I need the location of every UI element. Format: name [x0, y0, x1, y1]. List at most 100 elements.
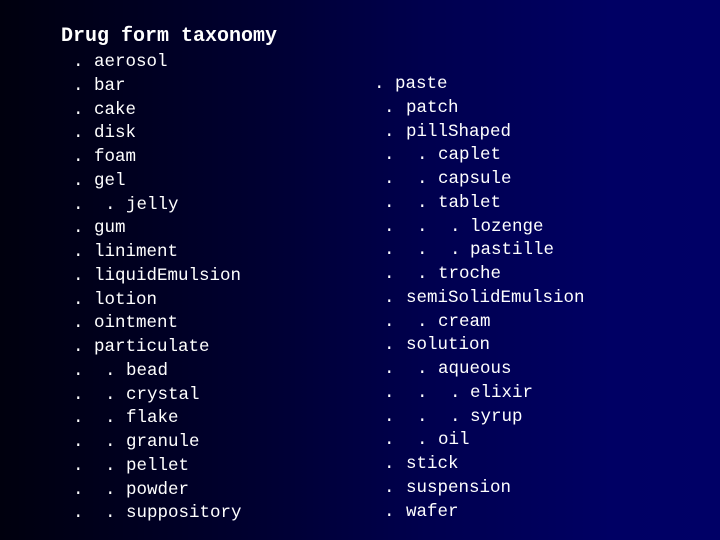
taxonomy-item-label: cream: [438, 311, 491, 332]
taxonomy-item-label: crystal: [126, 384, 200, 405]
bullet-dot: .: [450, 240, 461, 261]
bullet-dot: .: [384, 382, 395, 403]
taxonomy-item-label: bar: [94, 75, 126, 96]
taxonomy-item-label: cake: [94, 99, 137, 120]
taxonomy-item-label: ointment: [94, 313, 179, 334]
bullet-dot: .: [73, 265, 84, 286]
taxonomy-item-label: pastille: [470, 240, 555, 261]
taxonomy-item-label: aqueous: [438, 359, 512, 379]
bullet-dot: .: [73, 99, 84, 120]
bullet-dot: .: [73, 52, 84, 72]
taxonomy-item-label: suppository: [126, 503, 242, 524]
taxonomy-item-label: lotion: [94, 289, 158, 310]
bullet-dot: .: [73, 408, 84, 429]
taxonomy-item-label: troche: [438, 264, 502, 284]
bullet-dot: .: [417, 145, 428, 166]
bullet-dot: .: [73, 242, 84, 262]
taxonomy-item-label: gel: [94, 170, 126, 191]
bullet-dot: .: [384, 311, 395, 332]
bullet-dot: .: [417, 430, 428, 451]
bullet-dot: .: [73, 75, 84, 96]
bullet-dot: .: [384, 477, 395, 498]
bullet-dot: .: [384, 359, 395, 379]
bullet-dot: .: [384, 406, 395, 427]
bullet-dot: .: [73, 503, 84, 524]
bullet-dot: .: [105, 408, 116, 429]
bullet-dot: .: [417, 192, 428, 213]
bullet-dot: .: [105, 503, 116, 524]
taxonomy-item-label: flake: [126, 408, 179, 429]
taxonomy-item-label: liquidEmulsion: [94, 265, 242, 286]
bullet-dot: .: [105, 455, 116, 476]
bullet-dot: .: [384, 216, 395, 237]
bullet-dot: .: [417, 359, 428, 379]
taxonomy-item-label: pellet: [126, 455, 190, 476]
taxonomy-item-label: disk: [94, 123, 137, 144]
bullet-dot: .: [384, 335, 395, 356]
bullet-dot: .: [73, 432, 84, 452]
bullet-dot: .: [73, 123, 84, 144]
bullet-dot: .: [384, 430, 395, 451]
bullet-dot: .: [384, 169, 395, 189]
slide: Drug form taxonomy . aerosol. bar. cake. dis…: [0, 0, 720, 540]
taxonomy-item-label: bead: [126, 360, 169, 381]
bullet-dot: .: [384, 145, 395, 166]
taxonomy-item-label: wafer: [406, 501, 459, 522]
bullet-dot: .: [450, 406, 461, 427]
taxonomy-item-label: elixir: [470, 382, 534, 403]
bullet-dot: .: [384, 240, 395, 261]
taxonomy-item-label: syrup: [470, 406, 523, 427]
taxonomy-item-label: liniment: [94, 242, 179, 262]
bullet-dot: .: [73, 455, 84, 476]
bullet-dot: .: [73, 218, 84, 239]
bullet-dot: .: [73, 337, 84, 357]
bullet-dot: .: [73, 479, 84, 500]
bullet-dot: .: [374, 74, 385, 94]
bullet-dot: .: [105, 194, 116, 215]
bullet-dot: .: [384, 192, 395, 213]
bullet-dot: .: [417, 264, 428, 284]
taxonomy-item-label: stick: [406, 454, 459, 474]
taxonomy-item-label: suspension: [406, 477, 512, 498]
taxonomy-item-label: foam: [94, 147, 137, 167]
slide-title: Drug form taxonomy: [61, 25, 278, 48]
bullet-dot: .: [105, 360, 116, 381]
bullet-dot: .: [450, 382, 461, 403]
taxonomy-item-label: capsule: [438, 169, 512, 189]
taxonomy-item-label: particulate: [94, 337, 210, 357]
bullet-dot: .: [384, 287, 395, 308]
bullet-dot: .: [73, 384, 84, 405]
bullet-dot: .: [73, 194, 84, 215]
bullet-dot: .: [384, 97, 395, 118]
taxonomy-item-label: aerosol: [94, 52, 168, 72]
bullet-dot: .: [417, 311, 428, 332]
taxonomy-item-label: caplet: [438, 145, 502, 166]
bullet-dot: .: [384, 501, 395, 522]
taxonomy-item-label: powder: [126, 479, 190, 500]
taxonomy-item-label: patch: [406, 97, 459, 118]
taxonomy-item-label: pillShaped: [406, 121, 512, 142]
taxonomy-item-label: paste: [395, 74, 448, 94]
bullet-dot: .: [384, 121, 395, 142]
bullet-dot: .: [73, 289, 84, 310]
taxonomy-item-label: gum: [94, 218, 126, 239]
taxonomy-item-label: semiSolidEmulsion: [406, 287, 585, 308]
bullet-dot: .: [417, 169, 428, 189]
taxonomy-item-label: tablet: [438, 192, 502, 213]
bullet-dot: .: [384, 264, 395, 284]
taxonomy-item-label: jelly: [126, 194, 179, 215]
bullet-dot: .: [450, 216, 461, 237]
bullet-dot: .: [105, 479, 116, 500]
bullet-dot: .: [73, 147, 84, 167]
bullet-dot: .: [105, 384, 116, 405]
bullet-dot: .: [73, 360, 84, 381]
bullet-dot: .: [417, 406, 428, 427]
bullet-dot: .: [73, 313, 84, 334]
bullet-dot: .: [105, 432, 116, 452]
bullet-dot: .: [417, 240, 428, 261]
taxonomy-item-label: oil: [438, 430, 470, 451]
bullet-dot: .: [417, 216, 428, 237]
bullet-dot: .: [73, 170, 84, 191]
bullet-dot: .: [417, 382, 428, 403]
bullet-dot: .: [384, 454, 395, 474]
